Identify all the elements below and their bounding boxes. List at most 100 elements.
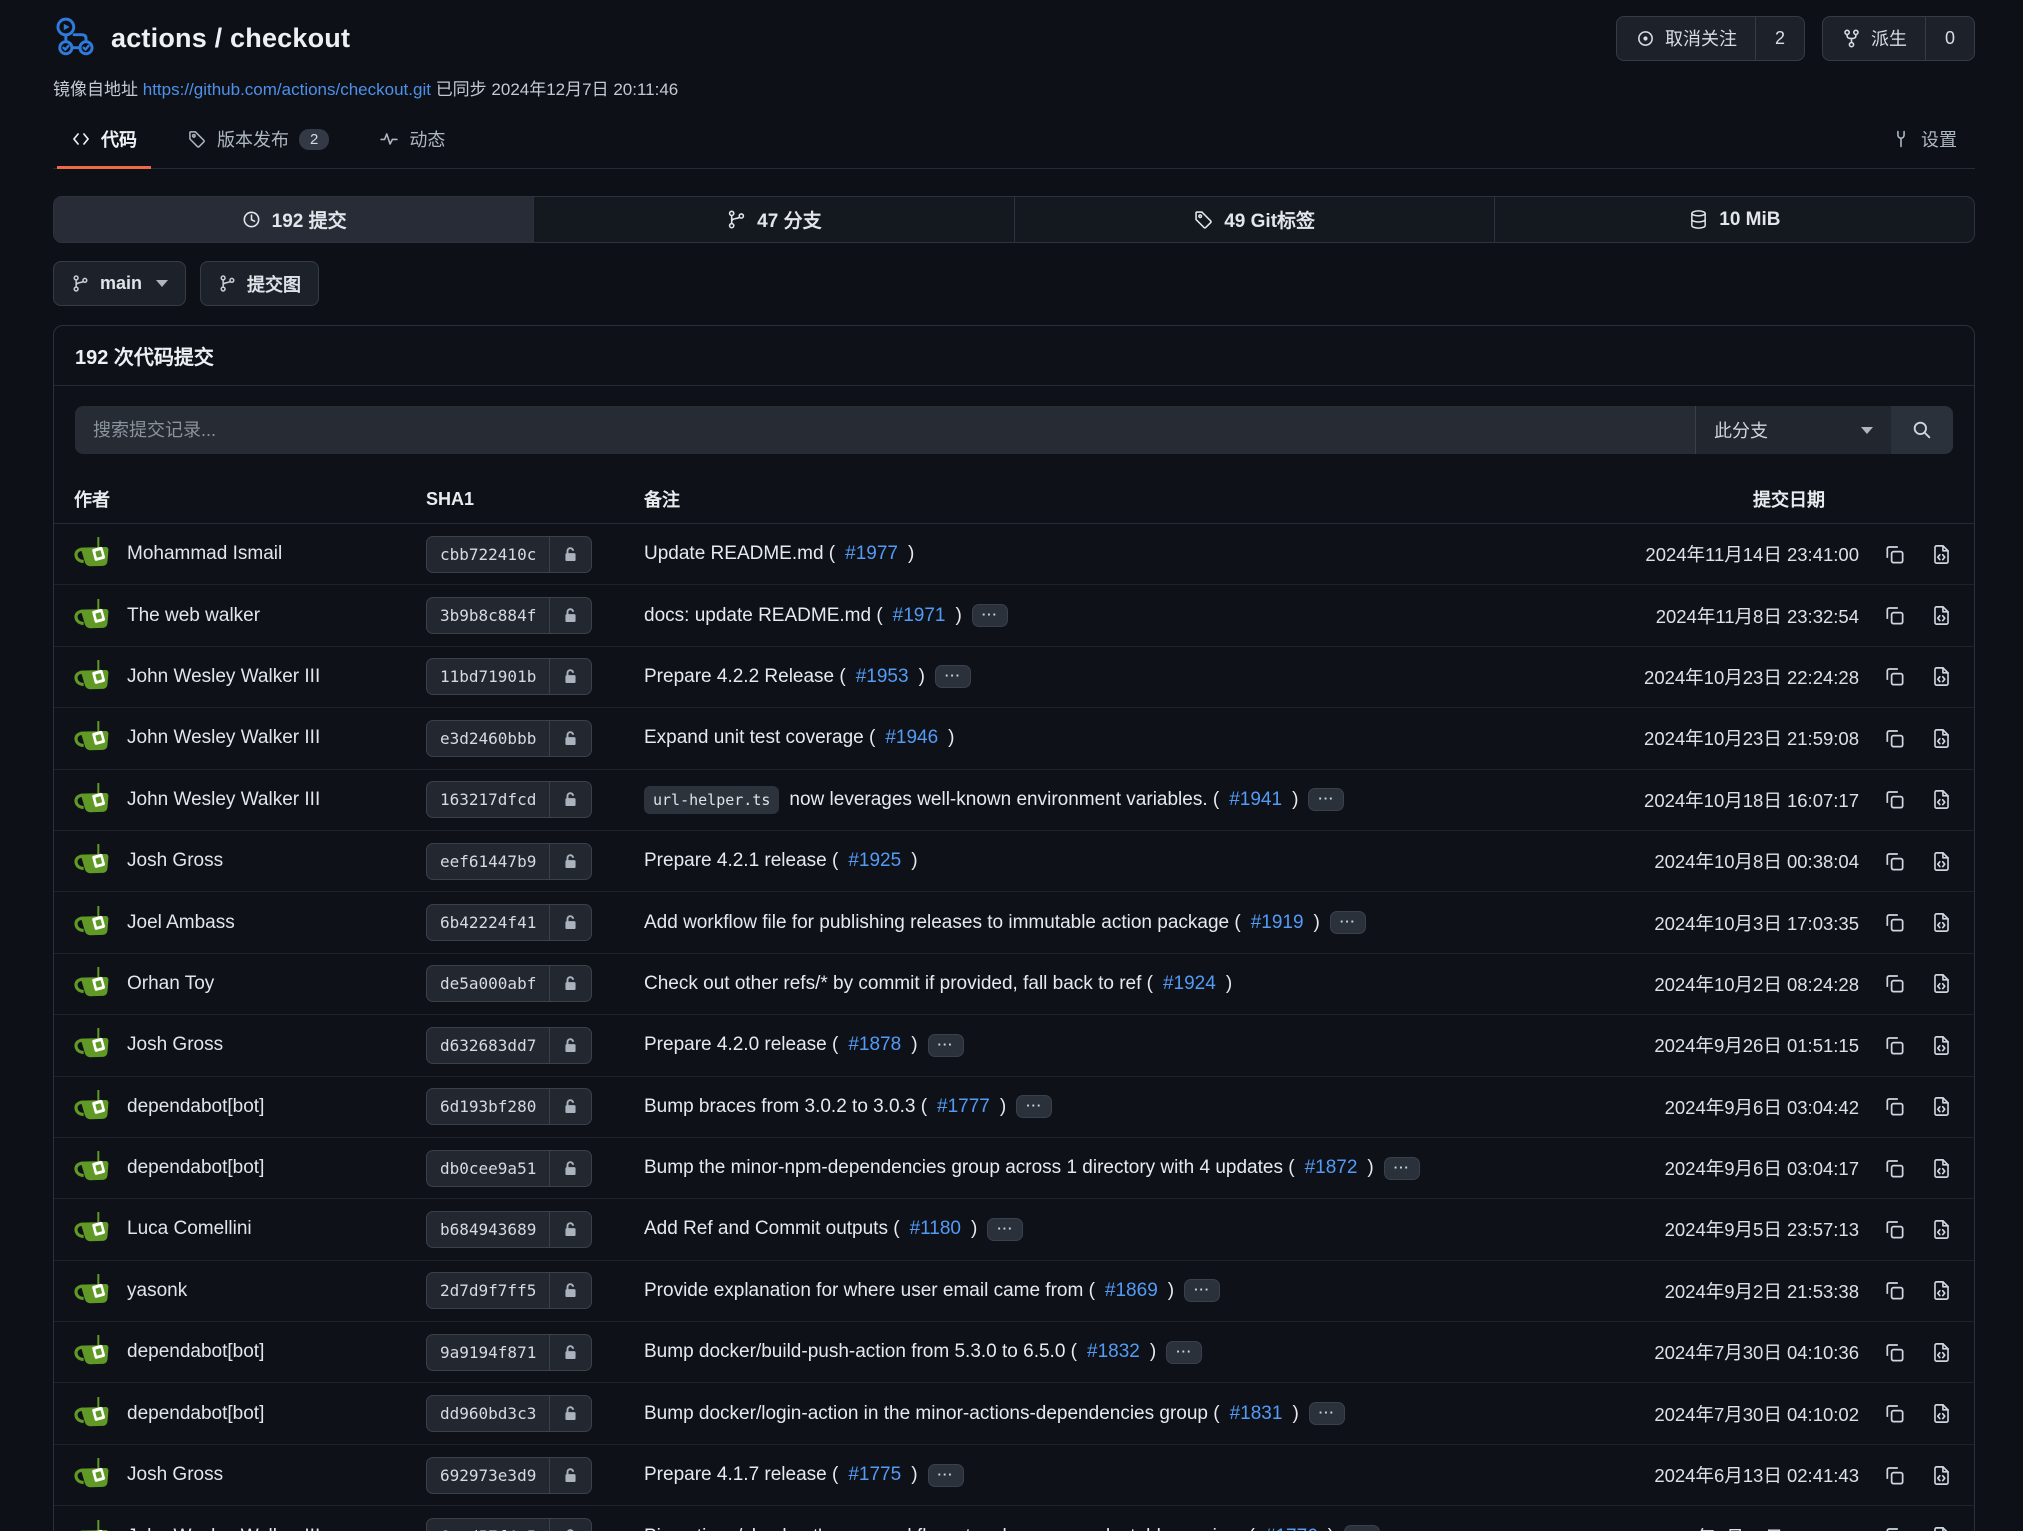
- commit-sha-chip[interactable]: 2d7d9f7ff5: [426, 1272, 592, 1309]
- commit-message-text[interactable]: docs: update README.md (: [644, 605, 883, 627]
- copy-sha-button[interactable]: [1883, 543, 1906, 566]
- commit-sha-chip[interactable]: 163217dfcd: [426, 781, 592, 818]
- commit-graph-button[interactable]: 提交图: [200, 261, 319, 306]
- commit-sha-chip[interactable]: b684943689: [426, 1211, 592, 1248]
- commit-message-text[interactable]: now leverages well-known environment var…: [789, 789, 1219, 811]
- tab-activity[interactable]: 动态: [365, 116, 459, 168]
- browse-source-button[interactable]: [1930, 665, 1953, 688]
- browse-source-button[interactable]: [1930, 1157, 1953, 1180]
- expand-message-button[interactable]: ···: [1330, 911, 1366, 934]
- commit-sha-chip[interactable]: e3d2460bbb: [426, 720, 592, 757]
- expand-message-button[interactable]: ···: [1184, 1279, 1220, 1302]
- commit-message-text[interactable]: Check out other refs/* by commit if prov…: [644, 973, 1153, 995]
- commit-pr-link[interactable]: #1919: [1251, 912, 1304, 934]
- browse-source-button[interactable]: [1930, 1464, 1953, 1487]
- commit-message-text[interactable]: Pin actions/checkout's own workflows to …: [644, 1526, 1255, 1531]
- commit-author-name[interactable]: Josh Gross: [127, 850, 223, 872]
- expand-message-button[interactable]: ···: [1309, 1402, 1345, 1425]
- commit-author-name[interactable]: Orhan Toy: [127, 973, 214, 995]
- commit-pr-link[interactable]: #1776: [1265, 1526, 1318, 1531]
- copy-sha-button[interactable]: [1883, 788, 1906, 811]
- commit-sha-chip[interactable]: 3b9b8c884f: [426, 597, 592, 634]
- commit-pr-link[interactable]: #1775: [848, 1464, 901, 1486]
- browse-source-button[interactable]: [1930, 1095, 1953, 1118]
- commit-author-name[interactable]: The web walker: [127, 605, 260, 627]
- commit-message-text[interactable]: Bump docker/login-action in the minor-ac…: [644, 1403, 1220, 1425]
- tab-releases[interactable]: 版本发布 2: [173, 116, 343, 168]
- copy-sha-button[interactable]: [1883, 972, 1906, 995]
- browse-source-button[interactable]: [1930, 1034, 1953, 1057]
- branch-filter-dropdown[interactable]: 此分支: [1695, 406, 1891, 454]
- commit-search-input[interactable]: [75, 406, 1695, 454]
- mirror-url-link[interactable]: https://github.com/actions/checkout.git: [143, 80, 431, 99]
- commit-pr-link[interactable]: #1925: [848, 850, 901, 872]
- expand-message-button[interactable]: ···: [987, 1218, 1023, 1241]
- expand-message-button[interactable]: ···: [1344, 1525, 1380, 1531]
- browse-source-button[interactable]: [1930, 911, 1953, 934]
- copy-sha-button[interactable]: [1883, 665, 1906, 688]
- commit-author-name[interactable]: Josh Gross: [127, 1464, 223, 1486]
- search-button[interactable]: [1891, 406, 1953, 454]
- browse-source-button[interactable]: [1930, 1218, 1953, 1241]
- browse-source-button[interactable]: [1930, 727, 1953, 750]
- stat-branches[interactable]: 47 分支: [533, 197, 1013, 242]
- commit-author-name[interactable]: Joel Ambass: [127, 912, 235, 934]
- commit-author-name[interactable]: Mohammad Ismail: [127, 543, 282, 565]
- commit-message-text[interactable]: Update README.md (: [644, 543, 835, 565]
- commit-author-name[interactable]: Josh Gross: [127, 1034, 223, 1056]
- browse-source-button[interactable]: [1930, 850, 1953, 873]
- commit-message-text[interactable]: Prepare 4.1.7 release (: [644, 1464, 838, 1486]
- copy-sha-button[interactable]: [1883, 1402, 1906, 1425]
- expand-message-button[interactable]: ···: [928, 1464, 964, 1487]
- browse-source-button[interactable]: [1930, 543, 1953, 566]
- copy-sha-button[interactable]: [1883, 1279, 1906, 1302]
- commit-sha-chip[interactable]: 692973e3d9: [426, 1457, 592, 1494]
- browse-source-button[interactable]: [1930, 604, 1953, 627]
- commit-pr-link[interactable]: #1953: [856, 666, 909, 688]
- expand-message-button[interactable]: ···: [928, 1034, 964, 1057]
- expand-message-button[interactable]: ···: [1308, 788, 1344, 811]
- tab-code[interactable]: 代码: [57, 116, 151, 168]
- copy-sha-button[interactable]: [1883, 727, 1906, 750]
- commit-sha-chip[interactable]: 11bd71901b: [426, 658, 592, 695]
- copy-sha-button[interactable]: [1883, 850, 1906, 873]
- commit-author-name[interactable]: yasonk: [127, 1280, 187, 1302]
- forks-count[interactable]: 0: [1925, 17, 1974, 60]
- commit-sha-chip[interactable]: de5a000abf: [426, 965, 592, 1002]
- commit-pr-link[interactable]: #1977: [845, 543, 898, 565]
- copy-sha-button[interactable]: [1883, 1157, 1906, 1180]
- commit-message-text[interactable]: Bump braces from 3.0.2 to 3.0.3 (: [644, 1096, 927, 1118]
- commit-sha-chip[interactable]: d632683dd7: [426, 1027, 592, 1064]
- expand-message-button[interactable]: ···: [1166, 1341, 1202, 1364]
- commit-author-name[interactable]: John Wesley Walker III: [127, 1526, 320, 1531]
- commit-sha-chip[interactable]: 6b42224f41: [426, 904, 592, 941]
- commit-pr-link[interactable]: #1869: [1105, 1280, 1158, 1302]
- commit-pr-link[interactable]: #1924: [1163, 973, 1216, 995]
- expand-message-button[interactable]: ···: [972, 604, 1008, 627]
- commit-message-text[interactable]: Add workflow file for publishing release…: [644, 912, 1241, 934]
- commit-pr-link[interactable]: #1777: [937, 1096, 990, 1118]
- browse-source-button[interactable]: [1930, 1341, 1953, 1364]
- copy-sha-button[interactable]: [1883, 1341, 1906, 1364]
- commit-sha-chip[interactable]: dd960bd3c3: [426, 1395, 592, 1432]
- commit-sha-chip[interactable]: 6ccd57f4c5: [426, 1518, 592, 1531]
- browse-source-button[interactable]: [1930, 1279, 1953, 1302]
- commit-pr-link[interactable]: #1872: [1305, 1157, 1358, 1179]
- branch-selector[interactable]: main: [53, 261, 186, 306]
- repo-title[interactable]: actions / checkout: [111, 23, 350, 54]
- commit-message-text[interactable]: Prepare 4.2.2 Release (: [644, 666, 846, 688]
- copy-sha-button[interactable]: [1883, 1034, 1906, 1057]
- stat-size[interactable]: 10 MiB: [1494, 197, 1974, 242]
- commit-author-name[interactable]: dependabot[bot]: [127, 1341, 264, 1363]
- commit-pr-link[interactable]: #1832: [1087, 1341, 1140, 1363]
- commit-sha-chip[interactable]: cbb722410c: [426, 536, 592, 573]
- tab-settings[interactable]: 设置: [1877, 116, 1971, 168]
- commit-sha-chip[interactable]: 6d193bf280: [426, 1088, 592, 1125]
- commit-message-text[interactable]: Prepare 4.2.0 release (: [644, 1034, 838, 1056]
- copy-sha-button[interactable]: [1883, 1095, 1906, 1118]
- commit-pr-link[interactable]: #1971: [893, 605, 946, 627]
- commit-author-name[interactable]: dependabot[bot]: [127, 1403, 264, 1425]
- commit-author-name[interactable]: dependabot[bot]: [127, 1096, 264, 1118]
- commit-sha-chip[interactable]: eef61447b9: [426, 843, 592, 880]
- commit-pr-link[interactable]: #1946: [885, 727, 938, 749]
